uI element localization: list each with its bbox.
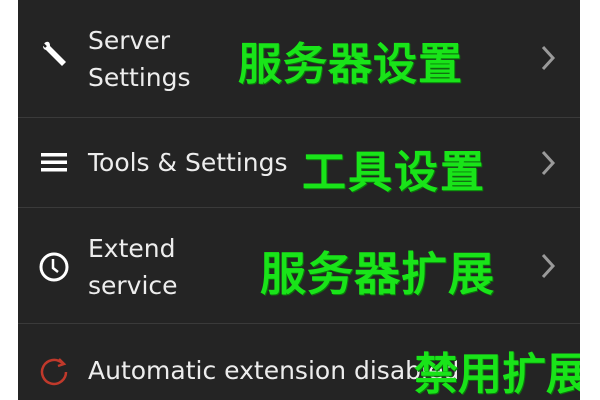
wrench-icon [38,37,70,69]
chevron-right-icon [541,45,556,71]
annotation-text: 工具设置 [302,147,486,198]
hamburger-menu-icon [38,146,70,178]
clock-icon [38,251,70,283]
menu-item-server-settings[interactable]: Server Settings 服务器设置 [18,0,580,118]
annotation-text: 禁用扩展 [414,349,580,400]
menu-item-label: Tools & Settings [88,148,288,177]
menu-item-label: Server Settings [88,26,191,92]
menu-item-auto-extension[interactable]: Automatic extension disabled 禁用扩展 [18,324,580,400]
menu-item-extend-service[interactable]: Extend service 服务器扩展 [18,208,580,324]
chevron-right-icon [541,253,556,279]
refresh-icon [38,355,70,387]
annotation-text: 服务器扩展 [260,247,495,301]
menu-item-tools-settings[interactable]: Tools & Settings 工具设置 [18,118,580,208]
settings-menu: Server Settings 服务器设置 Tools & Settings 工… [18,0,580,400]
menu-item-label: Automatic extension disabled [88,356,460,385]
chevron-right-icon [541,150,556,176]
annotation-text: 服务器设置 [238,39,463,90]
menu-item-label: Extend service [88,234,178,300]
